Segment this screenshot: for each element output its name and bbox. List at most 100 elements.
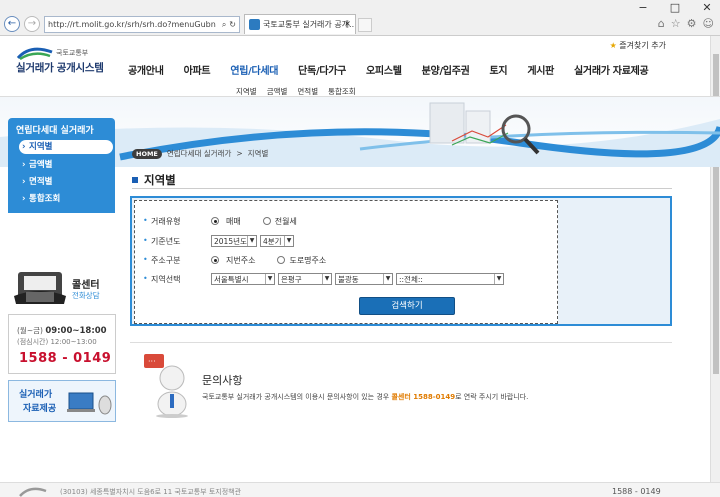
footer: (30103) 세종특별자치시 도움6로 11 국토교통부 토지정책관 1588… xyxy=(0,482,720,497)
sigungu-select[interactable]: 은평구 ▼ xyxy=(278,273,332,285)
breadcrumb: HOME 연립다세대 실거래가 > 지역별 xyxy=(132,148,268,159)
period-row: 기준년도 2015년도▼ 4분기▼ xyxy=(143,234,297,248)
trade-type-row: 거래유형 매매 전월세 xyxy=(143,214,319,228)
title-underline xyxy=(132,188,672,189)
inquiry-call-center: 콜센터 1588-0149 xyxy=(391,393,456,401)
chevron-down-icon: ▼ xyxy=(322,274,331,284)
call-center-subtitle: 전화상담 xyxy=(72,291,100,300)
url-text: http://rt.molit.go.kr/srh/srh.do?menuGub… xyxy=(48,20,216,29)
sidebar-item-area[interactable]: 면적별 xyxy=(19,175,113,189)
footer-phone: 1588 - 0149 xyxy=(612,487,661,496)
address-type-road-radio[interactable]: 도로명주소 xyxy=(277,255,326,266)
chevron-down-icon: ▼ xyxy=(284,236,293,246)
add-favorites-link[interactable]: ★ 즐겨찾기 추가 xyxy=(610,40,666,51)
site-favicon-icon xyxy=(249,19,260,30)
browser-chrome: − □ ✕ ← → http://rt.molit.go.kr/srh/srh.… xyxy=(0,0,720,36)
menu-item-detached[interactable]: 단독/다가구 xyxy=(288,62,356,77)
page-title: 지역별 xyxy=(132,172,176,188)
inquiry-title: 문의사항 xyxy=(202,374,243,387)
browser-tab[interactable]: 국토교통부 실거래가 공개... × xyxy=(244,14,356,34)
call-center-panel: 콜센터 전화상담 (월~금) 09:00~18:00 (점심시간) 12:00~… xyxy=(8,262,116,377)
breadcrumb-home[interactable]: HOME xyxy=(132,148,162,159)
sidebar-item-combined[interactable]: 통합조회 xyxy=(19,192,113,206)
address-type-row: 주소구분 지번주소 도로명주소 xyxy=(143,253,348,267)
footer-address: (30103) 세종특별자치시 도움6로 11 국토교통부 토지정책관 xyxy=(60,488,242,496)
menu-item-apartment[interactable]: 아파트 xyxy=(174,62,221,77)
call-hours: (월~금) 09:00~18:00 xyxy=(17,326,107,336)
main-menu: 공개안내 아파트 연립/다세대 단독/다가구 오피스텔 분양/입주권 토지 게시… xyxy=(118,62,658,77)
sidebar-item-price[interactable]: 금액별 xyxy=(19,158,113,172)
menu-item-board[interactable]: 게시판 xyxy=(517,62,564,77)
complex-select[interactable]: ::전체:: ▼ xyxy=(396,273,504,285)
region-label: 지역선택 xyxy=(143,274,211,285)
search-form: 거래유형 매매 전월세 기준년도 2015년도▼ 4분기▼ 주소구분 지번주소 … xyxy=(130,196,672,326)
period-label: 기준년도 xyxy=(143,236,211,247)
minimize-button[interactable]: − xyxy=(634,0,652,16)
sidebar-item-region[interactable]: 지역별 xyxy=(19,140,113,154)
lunch-hours: (점심시간) 12:00~13:00 xyxy=(17,338,97,346)
computer-mouse-icon xyxy=(67,392,112,415)
site-logo[interactable]: 국토교통부 실거래가 공개시스템 xyxy=(16,46,116,76)
chevron-down-icon: ▼ xyxy=(247,236,256,246)
forward-button[interactable]: → xyxy=(24,16,40,32)
favorites-star-icon[interactable]: ☆ xyxy=(671,17,681,30)
back-button[interactable]: ← xyxy=(4,16,20,32)
year-select[interactable]: 2015년도 ▼ xyxy=(211,235,257,247)
menu-item-multiplex[interactable]: 연립/다세대 xyxy=(220,62,288,77)
system-name: 실거래가 공개시스템 xyxy=(16,62,104,74)
close-window-button[interactable]: ✕ xyxy=(698,0,716,16)
home-icon[interactable]: ⌂ xyxy=(658,17,665,30)
telephone-icon xyxy=(14,272,66,304)
tab-title: 국토교통부 실거래가 공개... xyxy=(263,20,356,29)
menu-item-land[interactable]: 토지 xyxy=(480,62,518,77)
browser-toolbar: ⌂ ☆ ⚙ ☺ xyxy=(658,17,714,30)
address-type-label: 주소구분 xyxy=(143,255,211,266)
data-provision-line1: 실거래가 xyxy=(19,390,53,400)
address-type-jibun-radio[interactable]: 지번주소 xyxy=(211,255,255,266)
menu-item-disclosure[interactable]: 공개안내 xyxy=(118,62,174,77)
search-form-inner: 거래유형 매매 전월세 기준년도 2015년도▼ 4분기▼ 주소구분 지번주소 … xyxy=(134,200,558,324)
breadcrumb-item[interactable]: 연립다세대 실거래가 xyxy=(167,148,231,159)
data-provision-banner[interactable]: 실거래가 자료제공 xyxy=(8,380,116,422)
window-controls: − □ ✕ xyxy=(634,0,716,16)
trade-type-sale-radio[interactable]: 매매 xyxy=(211,216,241,227)
menu-item-presale[interactable]: 분양/입주권 xyxy=(412,62,480,77)
region-row: 지역선택 서울특별시▼ 은평구▼ 불광동▼ ::전체::▼ xyxy=(143,272,507,286)
chevron-down-icon: ▼ xyxy=(383,274,392,284)
data-provision-line2: 자료제공 xyxy=(23,404,57,414)
footer-logo-icon xyxy=(19,487,47,497)
sidebar-title: 연립다세대 실거래가 xyxy=(16,126,94,136)
help-mascot-icon: ··· xyxy=(144,354,188,418)
menu-item-officetel[interactable]: 오피스텔 xyxy=(356,62,412,77)
settings-gear-icon[interactable]: ⚙ xyxy=(687,17,697,30)
sido-select[interactable]: 서울특별시 ▼ xyxy=(211,273,275,285)
inquiry-section: ··· 문의사항 국토교통부 실거래가 공개시스템의 이용시 문의사항이 있는 … xyxy=(140,352,670,422)
chevron-down-icon: ▼ xyxy=(265,274,274,284)
address-bar[interactable]: http://rt.molit.go.kr/srh/srh.do?menuGub… xyxy=(44,16,240,33)
favorites-label: 즐겨찾기 추가 xyxy=(619,41,666,50)
section-divider xyxy=(130,342,672,343)
sidebar-nav: 연립다세대 실거래가 지역별 금액별 면적별 통합조회 xyxy=(8,118,115,213)
maximize-button[interactable]: □ xyxy=(666,0,684,16)
quarter-select[interactable]: 4분기 ▼ xyxy=(260,235,294,247)
inquiry-description: 국토교통부 실거래가 공개시스템의 이용시 문의사항이 있는 경우 콜센터 15… xyxy=(202,393,529,401)
dong-select[interactable]: 불광동 ▼ xyxy=(335,273,393,285)
call-center-title: 콜센터 xyxy=(72,280,100,291)
smiley-feedback-icon[interactable]: ☺ xyxy=(703,17,714,30)
ministry-logo-icon xyxy=(16,47,53,60)
org-name: 국토교통부 xyxy=(56,49,89,57)
star-icon: ★ xyxy=(609,41,617,50)
breadcrumb-item-current: 지역별 xyxy=(247,149,269,158)
trade-type-rent-radio[interactable]: 전월세 xyxy=(262,216,297,227)
refresh-icon[interactable]: ↻ xyxy=(229,20,236,29)
breadcrumb-separator: > xyxy=(236,149,243,158)
search-button[interactable]: 검색하기 xyxy=(359,297,455,315)
svg-text:···: ··· xyxy=(148,357,156,366)
call-center-number: 1588 - 0149 xyxy=(19,351,112,366)
search-icon[interactable]: ⌕ xyxy=(222,20,226,30)
trade-type-label: 거래유형 xyxy=(143,216,211,227)
call-center-hours-box: (월~금) 09:00~18:00 (점심시간) 12:00~13:00 158… xyxy=(8,314,116,374)
menu-item-data-provision[interactable]: 실거래가 자료제공 xyxy=(564,62,658,77)
new-tab-button[interactable] xyxy=(358,18,372,32)
tab-close-icon[interactable]: × xyxy=(344,19,351,28)
